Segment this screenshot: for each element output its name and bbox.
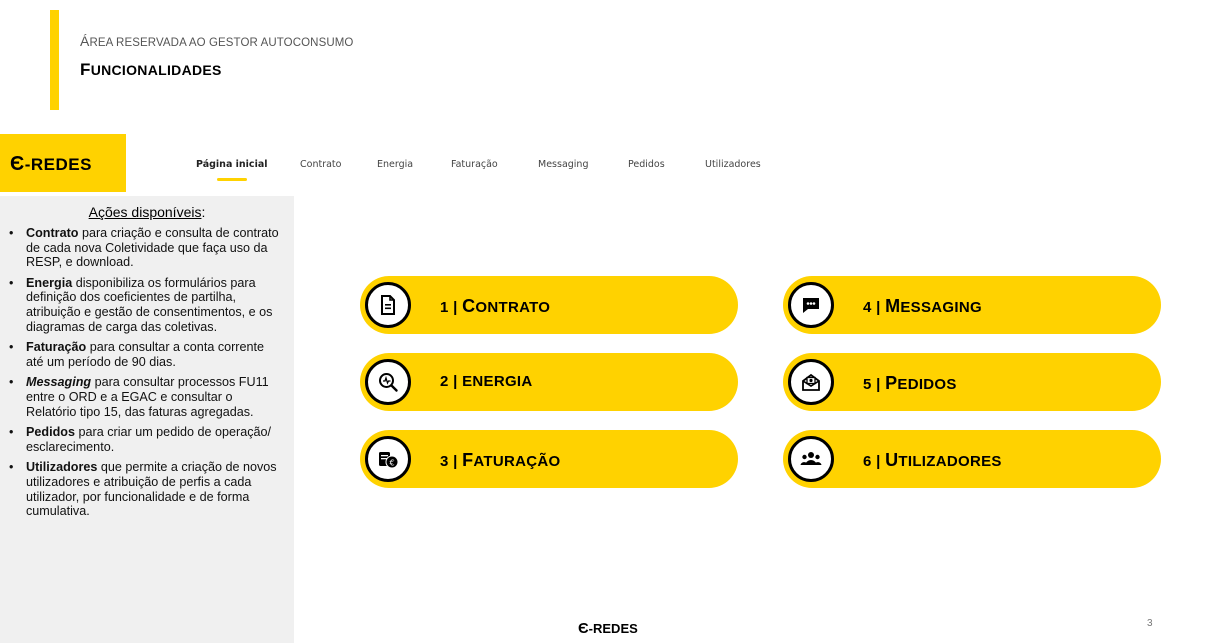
nav-faturacao[interactable]: Faturação bbox=[451, 159, 498, 170]
action-item-utilizadores: Utilizadores que permite a criação de no… bbox=[9, 460, 284, 518]
billing-coins-icon: € bbox=[365, 436, 411, 482]
action-item-pedidos: Pedidos para criar um pedido de operação… bbox=[9, 425, 284, 454]
nav-pedidos[interactable]: Pedidos bbox=[628, 159, 665, 170]
messaging-button[interactable]: 4 | MESSAGING bbox=[783, 276, 1161, 334]
action-item-messaging: Messaging para consultar processos FU11 … bbox=[9, 375, 284, 419]
active-nav-indicator bbox=[217, 178, 247, 181]
contrato-button[interactable]: 1 | CONTRATO bbox=[360, 276, 738, 334]
nav-contrato[interactable]: Contrato bbox=[300, 159, 341, 170]
nav-messaging[interactable]: Messaging bbox=[538, 159, 588, 170]
faturacao-label: 3 | FATURAÇÃO bbox=[440, 450, 561, 470]
request-envelope-icon bbox=[788, 359, 834, 405]
nav-pagina-inicial[interactable]: Página inicial bbox=[196, 159, 268, 170]
footer-logo: Є-REDES bbox=[578, 620, 638, 637]
sidebar-title: Ações disponíveis: bbox=[88, 204, 206, 220]
area-label: ÁREA RESERVADA AO GESTOR AUTOCONSUMO bbox=[80, 33, 354, 49]
logo-text: Є-REDES bbox=[10, 153, 92, 175]
accent-bar bbox=[50, 10, 59, 110]
messaging-label: 4 | MESSAGING bbox=[863, 296, 982, 316]
users-group-icon bbox=[788, 436, 834, 482]
utilizadores-button[interactable]: 6 | UTILIZADORES bbox=[783, 430, 1161, 488]
faturacao-button[interactable]: € 3 | FATURAÇÃO bbox=[360, 430, 738, 488]
chat-message-icon bbox=[788, 282, 834, 328]
eredes-logo[interactable]: Є-REDES bbox=[0, 134, 126, 192]
svg-text:€: € bbox=[389, 459, 394, 468]
actions-sidebar: Ações disponíveis: Contrato para criação… bbox=[0, 196, 294, 643]
energia-button[interactable]: 2 | ENERGIA bbox=[360, 353, 738, 411]
action-item-faturacao: Faturação para consultar a conta corrent… bbox=[9, 340, 284, 369]
energy-search-icon bbox=[365, 359, 411, 405]
nav-energia[interactable]: Energia bbox=[377, 159, 413, 170]
pedidos-button[interactable]: 5 | PEDIDOS bbox=[783, 353, 1161, 411]
page-title: FUNCIONALIDADES bbox=[80, 60, 222, 79]
nav-utilizadores[interactable]: Utilizadores bbox=[705, 159, 761, 170]
document-icon bbox=[365, 282, 411, 328]
actions-list: Contrato para criação e consulta de cont… bbox=[0, 226, 294, 519]
page-number: 3 bbox=[1147, 618, 1153, 629]
contrato-label: 1 | CONTRATO bbox=[440, 296, 551, 316]
action-item-contrato: Contrato para criação e consulta de cont… bbox=[9, 226, 284, 270]
energia-label: 2 | ENERGIA bbox=[440, 373, 533, 390]
utilizadores-label: 6 | UTILIZADORES bbox=[863, 450, 1002, 470]
pedidos-label: 5 | PEDIDOS bbox=[863, 373, 957, 393]
action-item-energia: Energia disponibiliza os formulários par… bbox=[9, 276, 284, 334]
